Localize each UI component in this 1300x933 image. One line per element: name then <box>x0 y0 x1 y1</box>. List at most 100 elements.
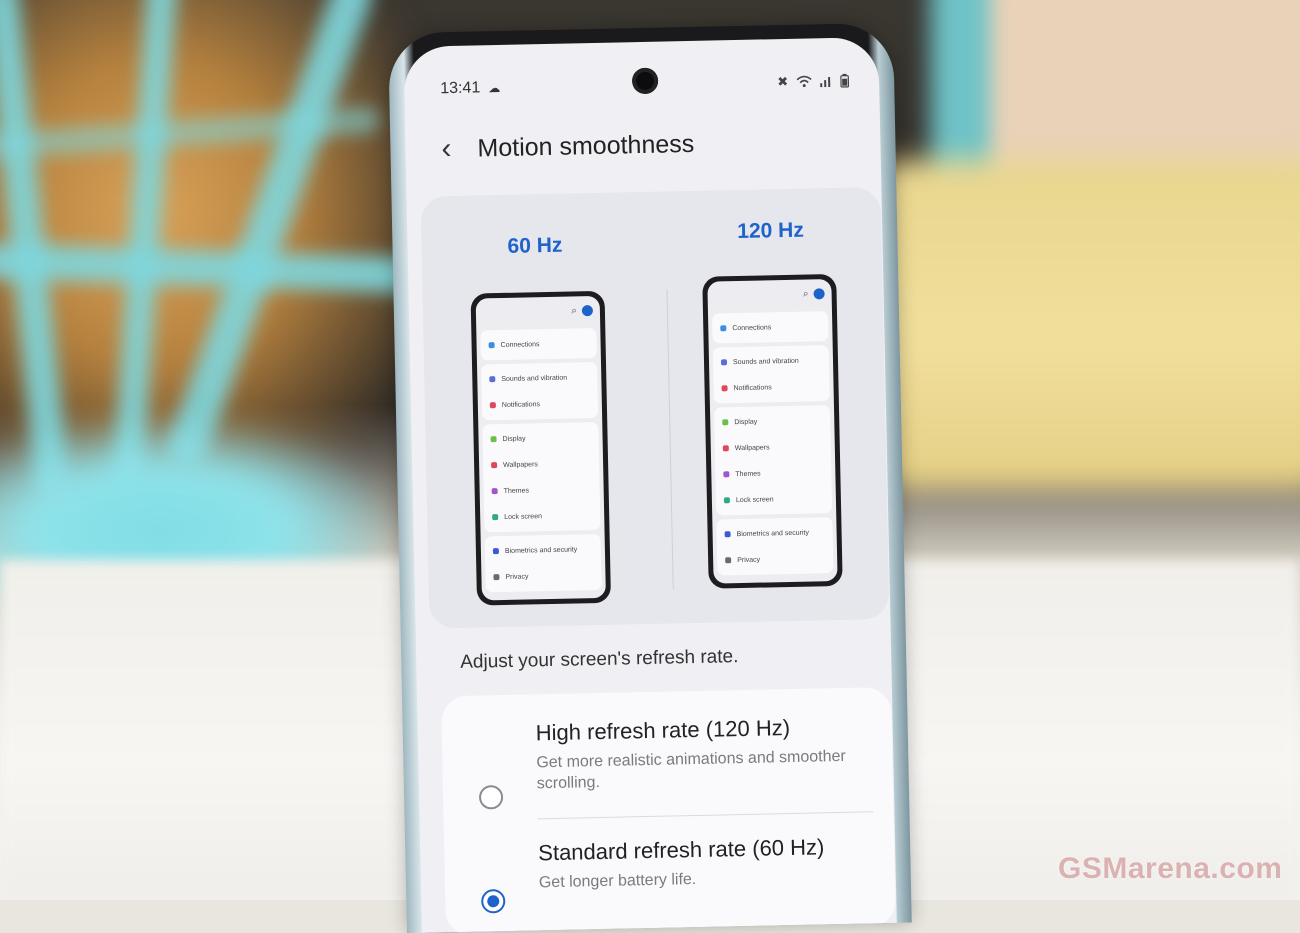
preview-screen-120hz: ⌕ Connections Sounds and vibration Notifica… <box>707 279 838 584</box>
preview-settings-item: Notifications <box>713 373 830 401</box>
preview-settings-group: Display Wallpapers Themes Lock screen <box>713 405 833 516</box>
preview-label-120hz: 120 Hz <box>737 218 805 244</box>
settings-item-label: Display <box>502 434 526 443</box>
settings-item-icon <box>489 402 496 409</box>
settings-item-label: Privacy <box>737 556 761 564</box>
preview-settings-item: Notifications <box>482 390 599 418</box>
preview-settings-item: Biometrics and security <box>485 536 602 564</box>
preview-settings-item: Display <box>482 424 599 452</box>
settings-item-icon <box>722 445 729 452</box>
option-standard-refresh-text: Standard refresh rate (60 Hz) Get longer… <box>538 833 875 893</box>
option-high-refresh-text: High refresh rate (120 Hz) Get more real… <box>535 713 872 794</box>
settings-item-icon <box>492 514 499 521</box>
refresh-rate-preview: 60 Hz 120 Hz ⌕ Connections Sounds and vibr… <box>420 187 890 629</box>
preview-settings-item: Wallpapers <box>483 450 600 478</box>
settings-item-icon <box>488 342 495 349</box>
option-description: Get longer battery life. <box>538 871 697 892</box>
preview-settings-group: Connections <box>480 327 597 361</box>
settings-item-label: Notifications <box>733 383 772 392</box>
preview-settings-item: Themes <box>483 476 600 504</box>
preview-settings-group: Biometrics and security Privacy <box>716 517 834 576</box>
status-icons: ✖ <box>777 73 850 91</box>
chevron-left-icon[interactable]: ‹ <box>441 132 452 165</box>
settings-item-icon <box>489 376 496 383</box>
preview-phone-120hz: ⌕ Connections Sounds and vibration Notifica… <box>702 273 843 589</box>
notification-icon: ☁ <box>488 80 501 96</box>
signal-icon <box>820 77 831 88</box>
phone-device: 13:41 ☁ ✖ ‹ Motion smoothness 60 Hz 120 … <box>388 22 912 933</box>
preview-settings-group: Sounds and vibration Notifications <box>481 361 599 421</box>
preview-settings-item: Privacy <box>717 545 834 573</box>
option-title: Standard refresh rate (60 Hz) <box>537 834 825 866</box>
preview-screen-60hz: ⌕ Connections Sounds and vibration Notifica… <box>475 295 606 601</box>
watermark-logo: GSMarena.com <box>1058 852 1283 885</box>
settings-item-label: Sounds and vibration <box>501 374 568 383</box>
option-high-refresh[interactable]: High refresh rate (120 Hz) Get more real… <box>441 713 891 810</box>
preview-settings-item: Sounds and vibration <box>481 364 598 392</box>
mute-icon: ✖ <box>777 73 790 90</box>
option-standard-refresh[interactable]: Standard refresh rate (60 Hz) Get longer… <box>444 833 894 914</box>
refresh-rate-options: High refresh rate (120 Hz) Get more real… <box>440 686 896 933</box>
settings-item-icon <box>724 531 731 538</box>
preview-settings-item: Privacy <box>485 562 602 590</box>
radio-high-refresh[interactable] <box>478 785 504 810</box>
settings-item-label: Lock screen <box>735 495 774 504</box>
wifi-icon <box>796 75 812 88</box>
settings-item-label: Privacy <box>505 572 529 581</box>
settings-item-icon <box>490 436 497 443</box>
preview-label-60hz: 60 Hz <box>507 233 563 258</box>
settings-item-label: Wallpapers <box>734 443 770 452</box>
phone-screen: 13:41 ☁ ✖ ‹ Motion smoothness 60 Hz 120 … <box>403 37 897 933</box>
preview-toolbar: ⌕ <box>476 296 601 327</box>
settings-item-icon <box>721 385 728 392</box>
radio-standard-refresh[interactable] <box>481 889 506 914</box>
preview-settings-item: Themes <box>715 459 832 487</box>
option-description: Get more realistic animations and smooth… <box>536 747 846 793</box>
status-bar: 13:41 ☁ ✖ <box>440 69 850 102</box>
preview-settings-item: Display <box>714 407 831 435</box>
settings-item-label: Sounds and vibration <box>732 357 799 366</box>
app-header: ‹ Motion smoothness <box>441 129 695 165</box>
avatar-icon <box>581 304 594 316</box>
preview-settings-group: Connections <box>711 311 829 344</box>
settings-item-icon <box>492 548 499 555</box>
status-time: 13:41 <box>440 79 481 98</box>
settings-item-icon <box>722 419 729 426</box>
preview-settings-item: Wallpapers <box>715 433 832 461</box>
settings-item-icon <box>720 325 727 332</box>
settings-item-label: Wallpapers <box>503 460 538 469</box>
preview-settings-item: Biometrics and security <box>716 519 833 547</box>
settings-item-label: Connections <box>500 340 540 349</box>
settings-item-icon <box>723 497 730 504</box>
preview-settings-item: Connections <box>712 313 829 341</box>
preview-toolbar: ⌕ <box>707 279 832 310</box>
settings-item-label: Display <box>734 418 758 426</box>
battery-icon <box>840 73 850 88</box>
preview-settings-item: Connections <box>480 330 597 358</box>
settings-item-label: Lock screen <box>504 512 543 521</box>
preview-divider <box>666 289 674 590</box>
background-yellow-object <box>870 160 1300 490</box>
search-icon: ⌕ <box>571 304 578 317</box>
settings-item-label: Themes <box>735 470 761 478</box>
search-icon: ⌕ <box>802 288 809 300</box>
preview-settings-group: Sounds and vibration Notifications <box>712 345 830 404</box>
preview-settings-group: Display Wallpapers Themes Lock screen <box>482 421 601 533</box>
settings-item-label: Biometrics and security <box>504 545 578 555</box>
settings-item-icon <box>725 557 732 564</box>
preview-phone-60hz: ⌕ Connections Sounds and vibration Notifica… <box>470 290 612 606</box>
settings-item-label: Themes <box>503 486 530 495</box>
settings-item-icon <box>493 574 500 581</box>
status-left: 13:41 ☁ <box>440 79 500 98</box>
settings-item-icon <box>723 471 730 478</box>
option-divider <box>537 811 874 820</box>
preview-settings-group: Biometrics and security Privacy <box>484 533 602 593</box>
preview-settings-item: Lock screen <box>716 485 833 513</box>
avatar-icon <box>813 287 825 299</box>
preview-settings-item: Lock screen <box>484 502 601 530</box>
settings-item-label: Connections <box>732 323 772 332</box>
preview-settings-item: Sounds and vibration <box>713 347 830 375</box>
settings-item-icon <box>491 488 498 495</box>
option-title: High refresh rate (120 Hz) <box>535 715 791 746</box>
page-title: Motion smoothness <box>477 129 695 162</box>
